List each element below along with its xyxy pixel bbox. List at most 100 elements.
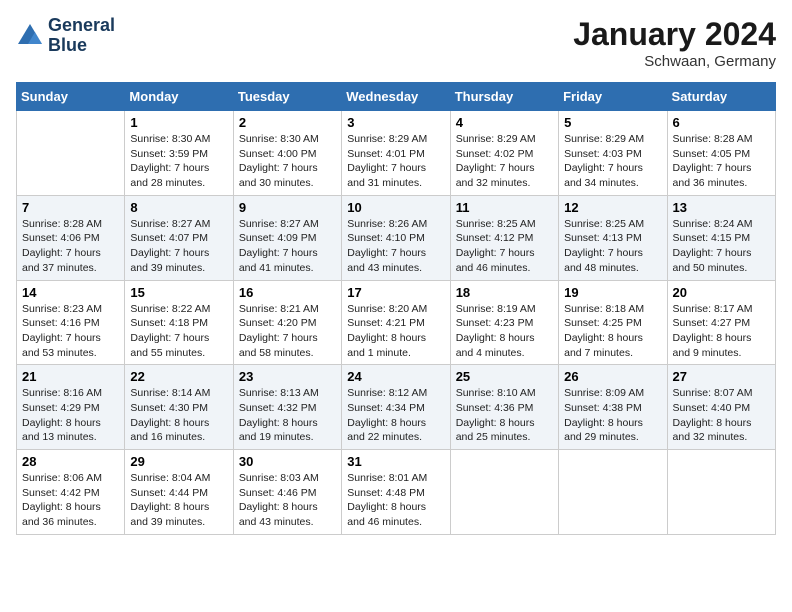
- week-row-5: 28Sunrise: 8:06 AM Sunset: 4:42 PM Dayli…: [17, 450, 776, 535]
- calendar-cell: 19 Sunrise: 8:18 AM Sunset: 4:25 PM Dayli…: [559, 280, 667, 365]
- day-info: Sunrise: 8:24 AM Sunset: 4:15 PM Dayligh…: [673, 217, 770, 276]
- day-number: 3: [347, 115, 444, 130]
- calendar-cell: 13 Sunrise: 8:24 AM Sunset: 4:15 PM Dayli…: [667, 195, 775, 280]
- day-info: Sunrise: 8:22 AM Sunset: 4:18 PM Dayligh…: [130, 302, 227, 361]
- calendar-cell: [17, 111, 125, 196]
- day-number: 26: [564, 369, 661, 384]
- calendar-cell: 14 Sunrise: 8:23 AM Sunset: 4:16 PM Dayli…: [17, 280, 125, 365]
- day-number: 9: [239, 200, 336, 215]
- day-info: Sunrise: 8:01 AM Sunset: 4:48 PM Dayligh…: [347, 471, 444, 530]
- day-info: Sunrise: 8:19 AM Sunset: 4:23 PM Dayligh…: [456, 302, 553, 361]
- day-info: Sunrise: 8:28 AM Sunset: 4:06 PM Dayligh…: [22, 217, 119, 276]
- calendar-cell: 25Sunrise: 8:10 AM Sunset: 4:36 PM Dayli…: [450, 365, 558, 450]
- calendar-cell: [450, 450, 558, 535]
- day-number: 18: [456, 285, 553, 300]
- location: Schwaan, Germany: [573, 53, 776, 70]
- calendar-cell: 7 Sunrise: 8:28 AM Sunset: 4:06 PM Daylig…: [17, 195, 125, 280]
- calendar-cell: 22Sunrise: 8:14 AM Sunset: 4:30 PM Dayli…: [125, 365, 233, 450]
- calendar-cell: 29 Sunrise: 8:04 AM Sunset: 4:44 PM Dayli…: [125, 450, 233, 535]
- week-row-2: 7 Sunrise: 8:28 AM Sunset: 4:06 PM Daylig…: [17, 195, 776, 280]
- calendar-cell: 28Sunrise: 8:06 AM Sunset: 4:42 PM Dayli…: [17, 450, 125, 535]
- day-number: 6: [673, 115, 770, 130]
- page-header: General Blue January 2024 Schwaan, Germa…: [16, 16, 776, 70]
- day-info: Sunrise: 8:25 AM Sunset: 4:12 PM Dayligh…: [456, 217, 553, 276]
- day-number: 5: [564, 115, 661, 130]
- day-info: Sunrise: 8:09 AM Sunset: 4:38 PM Dayligh…: [564, 386, 661, 445]
- calendar-cell: 31 Sunrise: 8:01 AM Sunset: 4:48 PM Dayli…: [342, 450, 450, 535]
- day-number: 1: [130, 115, 227, 130]
- week-row-1: 1 Sunrise: 8:30 AM Sunset: 3:59 PM Daylig…: [17, 111, 776, 196]
- day-number: 30: [239, 454, 336, 469]
- calendar-cell: 9Sunrise: 8:27 AM Sunset: 4:09 PM Daylig…: [233, 195, 341, 280]
- day-info: Sunrise: 8:17 AM Sunset: 4:27 PM Dayligh…: [673, 302, 770, 361]
- calendar-cell: 3 Sunrise: 8:29 AM Sunset: 4:01 PM Daylig…: [342, 111, 450, 196]
- day-number: 7: [22, 200, 119, 215]
- day-number: 31: [347, 454, 444, 469]
- day-info: Sunrise: 8:20 AM Sunset: 4:21 PM Dayligh…: [347, 302, 444, 361]
- day-number: 19: [564, 285, 661, 300]
- day-number: 27: [673, 369, 770, 384]
- day-number: 29: [130, 454, 227, 469]
- day-number: 17: [347, 285, 444, 300]
- day-info: Sunrise: 8:26 AM Sunset: 4:10 PM Dayligh…: [347, 217, 444, 276]
- day-info: Sunrise: 8:29 AM Sunset: 4:03 PM Dayligh…: [564, 132, 661, 191]
- calendar-header: SundayMondayTuesdayWednesdayThursdayFrid…: [17, 83, 776, 111]
- calendar-cell: 5 Sunrise: 8:29 AM Sunset: 4:03 PM Daylig…: [559, 111, 667, 196]
- day-info: Sunrise: 8:27 AM Sunset: 4:07 PM Dayligh…: [130, 217, 227, 276]
- day-number: 13: [673, 200, 770, 215]
- calendar-cell: 30 Sunrise: 8:03 AM Sunset: 4:46 PM Dayli…: [233, 450, 341, 535]
- day-number: 22: [130, 369, 227, 384]
- calendar-cell: 1 Sunrise: 8:30 AM Sunset: 3:59 PM Daylig…: [125, 111, 233, 196]
- day-number: 14: [22, 285, 119, 300]
- week-row-4: 21 Sunrise: 8:16 AM Sunset: 4:29 PM Dayli…: [17, 365, 776, 450]
- calendar-cell: 27 Sunrise: 8:07 AM Sunset: 4:40 PM Dayli…: [667, 365, 775, 450]
- day-info: Sunrise: 8:16 AM Sunset: 4:29 PM Dayligh…: [22, 386, 119, 445]
- day-info: Sunrise: 8:06 AM Sunset: 4:42 PM Dayligh…: [22, 471, 119, 530]
- calendar-cell: 11 Sunrise: 8:25 AM Sunset: 4:12 PM Dayli…: [450, 195, 558, 280]
- logo-text: General Blue: [48, 16, 115, 56]
- calendar-cell: 18 Sunrise: 8:19 AM Sunset: 4:23 PM Dayli…: [450, 280, 558, 365]
- calendar-cell: 23 Sunrise: 8:13 AM Sunset: 4:32 PM Dayli…: [233, 365, 341, 450]
- day-number: 20: [673, 285, 770, 300]
- day-info: Sunrise: 8:18 AM Sunset: 4:25 PM Dayligh…: [564, 302, 661, 361]
- header-cell-monday: Monday: [125, 83, 233, 111]
- header-cell-wednesday: Wednesday: [342, 83, 450, 111]
- day-number: 12: [564, 200, 661, 215]
- calendar-cell: 15 Sunrise: 8:22 AM Sunset: 4:18 PM Dayli…: [125, 280, 233, 365]
- calendar-body: 1 Sunrise: 8:30 AM Sunset: 3:59 PM Daylig…: [17, 111, 776, 535]
- day-number: 23: [239, 369, 336, 384]
- day-info: Sunrise: 8:04 AM Sunset: 4:44 PM Dayligh…: [130, 471, 227, 530]
- header-cell-friday: Friday: [559, 83, 667, 111]
- header-row: SundayMondayTuesdayWednesdayThursdayFrid…: [17, 83, 776, 111]
- calendar-cell: [559, 450, 667, 535]
- calendar-cell: 10 Sunrise: 8:26 AM Sunset: 4:10 PM Dayli…: [342, 195, 450, 280]
- calendar-cell: 26 Sunrise: 8:09 AM Sunset: 4:38 PM Dayli…: [559, 365, 667, 450]
- day-info: Sunrise: 8:03 AM Sunset: 4:46 PM Dayligh…: [239, 471, 336, 530]
- calendar-cell: [667, 450, 775, 535]
- month-title: January 2024: [573, 16, 776, 53]
- day-info: Sunrise: 8:23 AM Sunset: 4:16 PM Dayligh…: [22, 302, 119, 361]
- day-info: Sunrise: 8:30 AM Sunset: 3:59 PM Dayligh…: [130, 132, 227, 191]
- day-info: Sunrise: 8:21 AM Sunset: 4:20 PM Dayligh…: [239, 302, 336, 361]
- header-cell-thursday: Thursday: [450, 83, 558, 111]
- day-number: 24: [347, 369, 444, 384]
- day-info: Sunrise: 8:25 AM Sunset: 4:13 PM Dayligh…: [564, 217, 661, 276]
- day-number: 11: [456, 200, 553, 215]
- calendar-cell: 4Sunrise: 8:29 AM Sunset: 4:02 PM Daylig…: [450, 111, 558, 196]
- day-number: 2: [239, 115, 336, 130]
- day-info: Sunrise: 8:29 AM Sunset: 4:02 PM Dayligh…: [456, 132, 553, 191]
- calendar-cell: 8Sunrise: 8:27 AM Sunset: 4:07 PM Daylig…: [125, 195, 233, 280]
- day-number: 15: [130, 285, 227, 300]
- day-number: 10: [347, 200, 444, 215]
- day-info: Sunrise: 8:30 AM Sunset: 4:00 PM Dayligh…: [239, 132, 336, 191]
- day-info: Sunrise: 8:29 AM Sunset: 4:01 PM Dayligh…: [347, 132, 444, 191]
- title-block: January 2024 Schwaan, Germany: [573, 16, 776, 70]
- logo-icon: [16, 22, 44, 50]
- week-row-3: 14 Sunrise: 8:23 AM Sunset: 4:16 PM Dayli…: [17, 280, 776, 365]
- day-info: Sunrise: 8:07 AM Sunset: 4:40 PM Dayligh…: [673, 386, 770, 445]
- day-number: 21: [22, 369, 119, 384]
- calendar-cell: 2 Sunrise: 8:30 AM Sunset: 4:00 PM Daylig…: [233, 111, 341, 196]
- header-cell-tuesday: Tuesday: [233, 83, 341, 111]
- day-info: Sunrise: 8:13 AM Sunset: 4:32 PM Dayligh…: [239, 386, 336, 445]
- day-info: Sunrise: 8:10 AM Sunset: 4:36 PM Dayligh…: [456, 386, 553, 445]
